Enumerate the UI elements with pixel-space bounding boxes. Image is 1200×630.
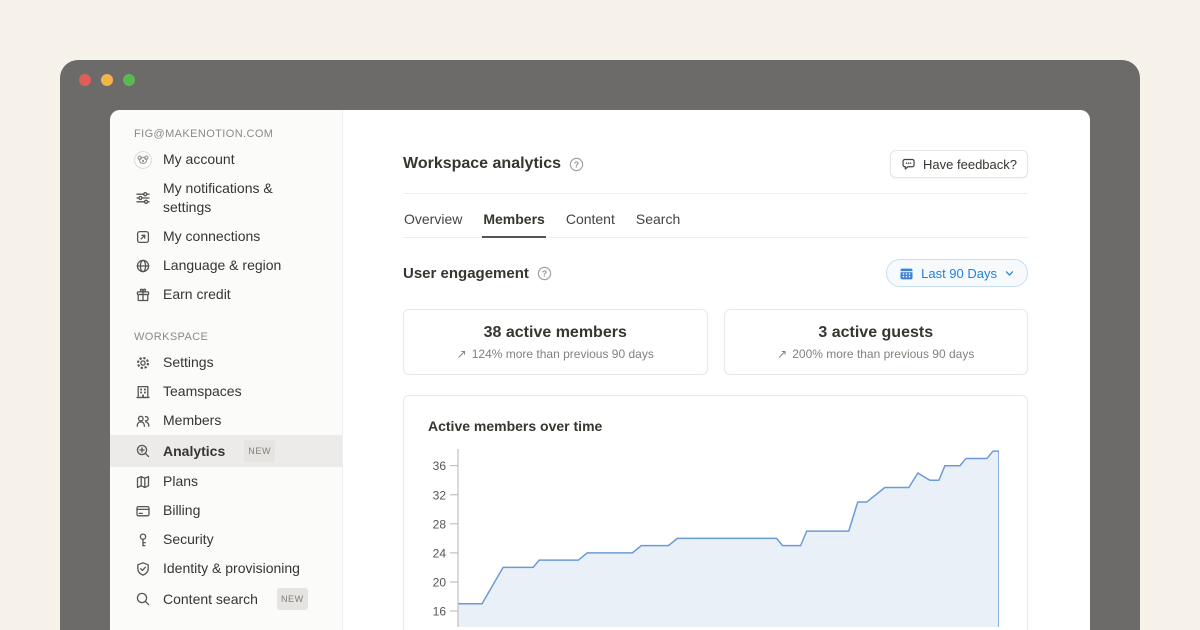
trend-up-arrow-icon: ↗ (777, 347, 787, 361)
settings-sidebar: FIG@MAKENOTION.COM My account (110, 110, 343, 630)
sidebar-item-my-notifications-settings[interactable]: My notifications & settings (110, 174, 342, 222)
sidebar-item-label: Members (163, 411, 221, 430)
stat-value: 3 active guests (818, 324, 933, 342)
analytics-main-panel: Workspace analytics ? Have feedback? (343, 110, 1090, 630)
sidebar-item-content-search[interactable]: Content search NEW (110, 583, 342, 615)
sliders-icon (134, 189, 152, 207)
sidebar-item-security[interactable]: Security (110, 525, 342, 554)
sidebar-item-label: Plans (163, 472, 198, 491)
page-title-text: Workspace analytics (403, 155, 561, 173)
new-badge: NEW (244, 440, 275, 462)
arrow-up-right-square-icon (134, 228, 152, 246)
account-email-header: FIG@MAKENOTION.COM (110, 128, 342, 145)
credit-card-icon (134, 502, 152, 520)
workspace-section-header: WORKSPACE (110, 331, 342, 348)
stat-change: ↗ 200% more than previous 90 days (777, 347, 974, 361)
sidebar-item-label: Billing (163, 501, 200, 520)
sidebar-item-language-region[interactable]: Language & region (110, 251, 342, 280)
minimize-window-button[interactable] (101, 74, 113, 86)
calendar-icon (899, 266, 914, 281)
help-icon[interactable]: ? (537, 266, 552, 281)
sidebar-item-label: Earn credit (163, 285, 231, 304)
sidebar-item-teamspaces[interactable]: Teamspaces (110, 377, 342, 406)
tab-members[interactable]: Members (482, 205, 545, 238)
stat-change-text: 124% more than previous 90 days (472, 347, 654, 361)
traffic-lights (79, 74, 135, 86)
sidebar-item-analytics[interactable]: Analytics NEW (110, 435, 342, 467)
magnifier-icon (134, 590, 152, 608)
have-feedback-button[interactable]: Have feedback? (890, 150, 1028, 178)
avatar-koala-icon (134, 151, 152, 169)
sidebar-item-my-connections[interactable]: My connections (110, 222, 342, 251)
sidebar-item-my-account[interactable]: My account (110, 145, 342, 174)
have-feedback-label: Have feedback? (923, 157, 1017, 172)
globe-icon (134, 257, 152, 275)
gear-icon (134, 354, 152, 372)
y-tick-label: 36 (433, 459, 447, 473)
sidebar-item-billing[interactable]: Billing (110, 496, 342, 525)
map-icon (134, 473, 152, 491)
members-chart-svg: 36 32 28 24 20 16 (428, 449, 999, 627)
help-icon[interactable]: ? (569, 157, 584, 172)
stat-card-active-members: 38 active members ↗ 124% more than previ… (403, 309, 708, 375)
stat-card-active-guests: 3 active guests ↗ 200% more than previou… (724, 309, 1029, 375)
svg-text:?: ? (542, 268, 547, 278)
tab-overview[interactable]: Overview (403, 205, 463, 238)
section-title-user-engagement: User engagement ? (403, 265, 552, 282)
sidebar-item-label: Content search (163, 590, 258, 609)
stat-change: ↗ 124% more than previous 90 days (457, 347, 654, 361)
sidebar-item-label: Language & region (163, 256, 281, 275)
section-title-text: User engagement (403, 265, 529, 282)
chat-bubble-icon (901, 157, 916, 172)
date-range-label: Last 90 Days (921, 266, 997, 281)
sidebar-item-label: My notifications & settings (163, 179, 305, 217)
sidebar-item-identity-provisioning[interactable]: Identity & provisioning (110, 554, 342, 583)
gift-icon (134, 286, 152, 304)
close-window-button[interactable] (79, 74, 91, 86)
active-members-chart-card: Active members over time 36 32 28 24 20 16 (403, 395, 1028, 630)
chevron-down-icon (1004, 268, 1015, 279)
sidebar-item-earn-credit[interactable]: Earn credit (110, 280, 342, 309)
sidebar-item-label: Identity & provisioning (163, 559, 300, 578)
sidebar-item-label: Settings (163, 353, 214, 372)
y-tick-label: 20 (433, 576, 447, 590)
app-window-frame: FIG@MAKENOTION.COM My account (60, 60, 1140, 630)
key-icon (134, 531, 152, 549)
analytics-tabs: Overview Members Content Search (403, 205, 1028, 238)
settings-modal: FIG@MAKENOTION.COM My account (110, 110, 1090, 630)
building-icon (134, 383, 152, 401)
page-title: Workspace analytics ? (403, 155, 584, 173)
y-tick-label: 16 (433, 605, 447, 619)
new-badge: NEW (277, 588, 308, 610)
sidebar-item-label: My account (163, 150, 235, 169)
sidebar-item-members[interactable]: Members (110, 406, 342, 435)
sidebar-item-label: Analytics (163, 442, 225, 461)
chart-title: Active members over time (428, 418, 1003, 434)
stat-change-text: 200% more than previous 90 days (792, 347, 974, 361)
trend-up-arrow-icon: ↗ (457, 347, 467, 361)
stat-value: 38 active members (484, 324, 627, 342)
magnifier-plus-icon (134, 442, 152, 460)
y-tick-label: 32 (433, 488, 447, 502)
zoom-window-button[interactable] (123, 74, 135, 86)
y-tick-label: 28 (433, 517, 447, 531)
tab-search[interactable]: Search (635, 205, 681, 238)
svg-text:?: ? (574, 159, 579, 169)
people-icon (134, 412, 152, 430)
sidebar-item-label: Security (163, 530, 214, 549)
tab-content[interactable]: Content (565, 205, 616, 238)
header-divider (403, 193, 1028, 194)
y-tick-label: 24 (433, 546, 447, 560)
date-range-filter-button[interactable]: Last 90 Days (886, 259, 1028, 287)
shield-check-icon (134, 560, 152, 578)
sidebar-item-settings[interactable]: Settings (110, 348, 342, 377)
sidebar-item-plans[interactable]: Plans (110, 467, 342, 496)
sidebar-item-label: Teamspaces (163, 382, 242, 401)
sidebar-item-label: My connections (163, 227, 260, 246)
